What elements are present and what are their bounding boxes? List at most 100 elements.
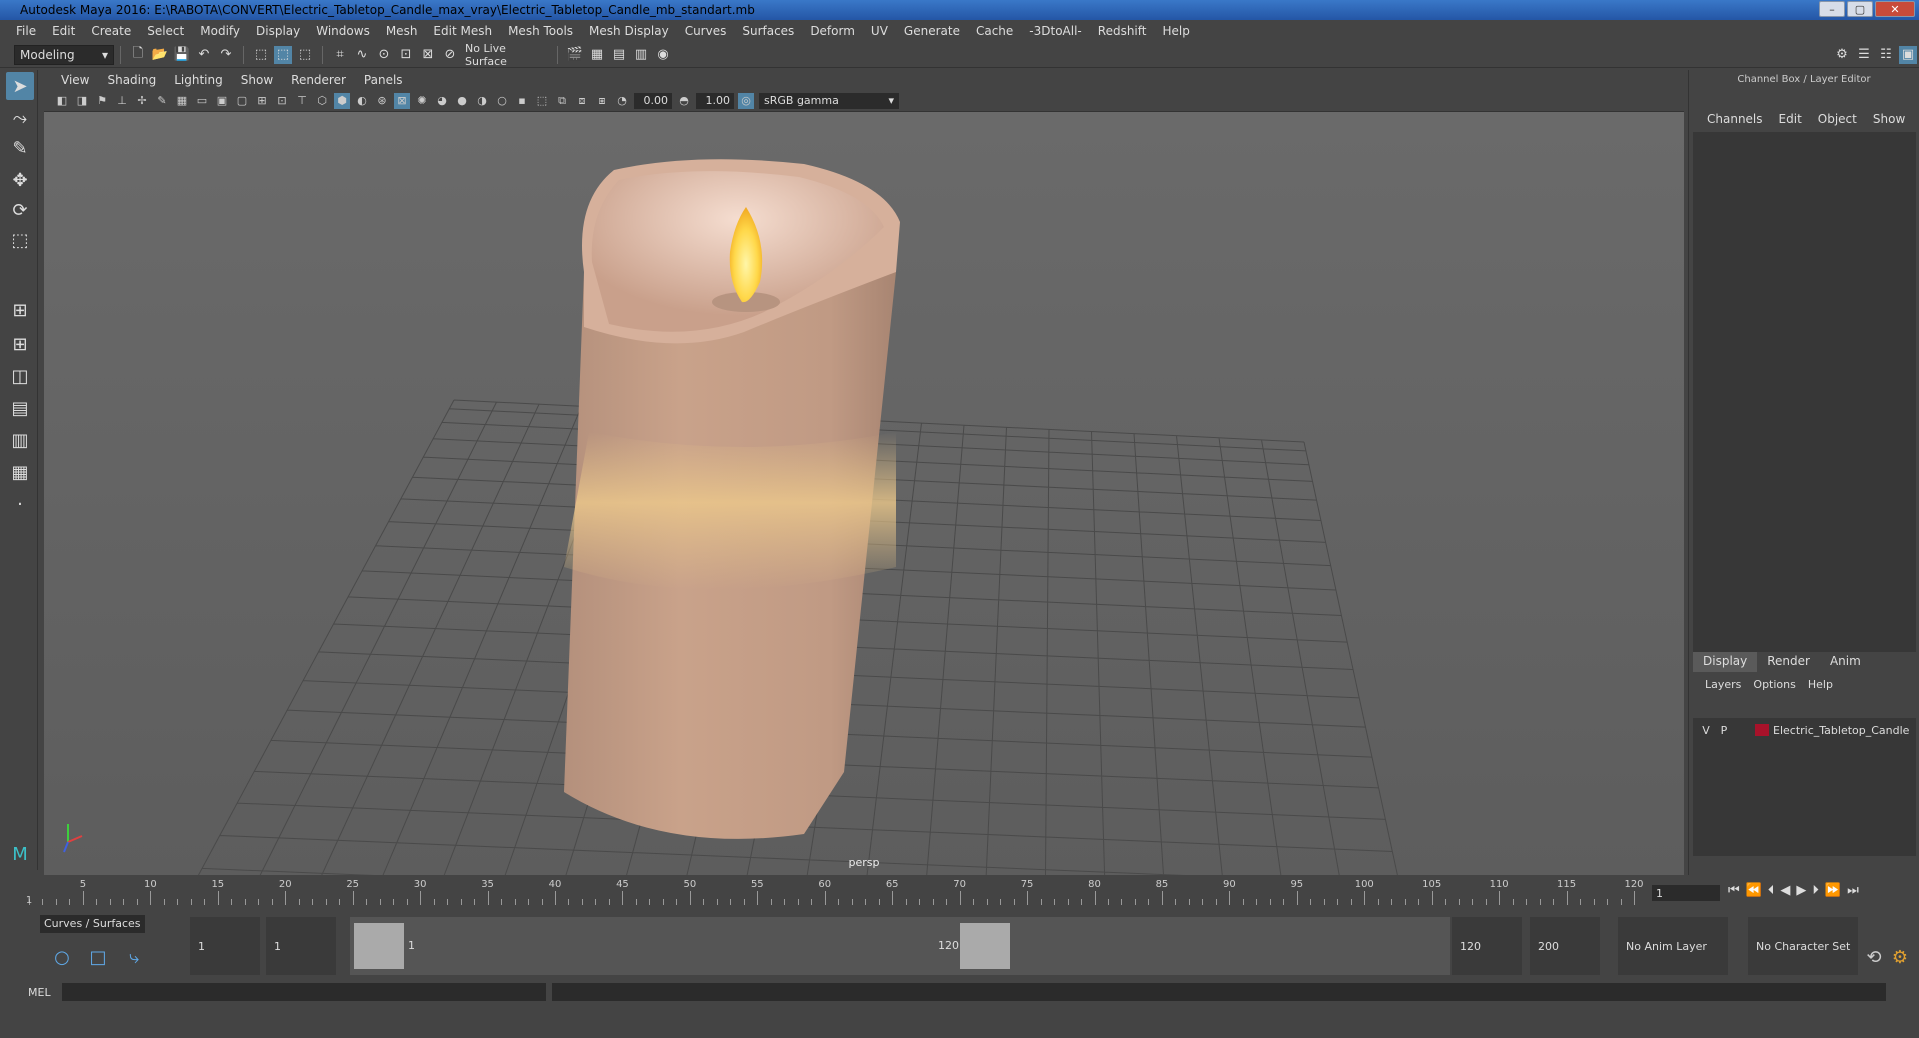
- render-view-icon[interactable]: ▦: [588, 46, 606, 64]
- menu-mesh-display[interactable]: Mesh Display: [581, 24, 677, 38]
- panel-menu-renderer[interactable]: Renderer: [282, 73, 355, 87]
- menu-cache[interactable]: Cache: [968, 24, 1021, 38]
- exposure-field[interactable]: 0.00: [634, 92, 672, 109]
- menu-surfaces[interactable]: Surfaces: [734, 24, 802, 38]
- play-backward-icon[interactable]: ◀: [1780, 883, 1790, 898]
- grid-icon[interactable]: ▦: [174, 93, 190, 109]
- undo-icon[interactable]: ↶: [195, 46, 213, 64]
- layer-row[interactable]: V P Electric_Tabletop_Candle: [1697, 722, 1913, 738]
- exposure-icon[interactable]: ◔: [614, 93, 630, 109]
- safe-action-icon[interactable]: ⊡: [274, 93, 290, 109]
- channel-box-icon[interactable]: ▣: [1899, 45, 1917, 64]
- command-input[interactable]: [62, 983, 546, 1001]
- color-management-icon[interactable]: ◎: [738, 92, 754, 109]
- panel-menu-panels[interactable]: Panels: [355, 73, 412, 87]
- xray-joints-icon[interactable]: ⧆: [594, 93, 610, 109]
- minimize-button[interactable]: –: [1819, 1, 1845, 17]
- safe-title-icon[interactable]: ⊤: [294, 93, 310, 109]
- range-slider[interactable]: 1 120: [350, 917, 1450, 975]
- layout-hypershade-icon[interactable]: ▦: [6, 458, 34, 486]
- step-back-frame-icon[interactable]: ⏴: [1768, 883, 1775, 898]
- use-default-material-icon[interactable]: ◐: [354, 93, 370, 109]
- tool-settings-icon[interactable]: ☷: [1877, 46, 1895, 64]
- square-curve-icon[interactable]: □: [86, 945, 110, 969]
- menu-mesh[interactable]: Mesh: [378, 24, 426, 38]
- image-plane-icon[interactable]: ⊥: [114, 93, 130, 109]
- animation-end-field[interactable]: 200: [1530, 917, 1600, 975]
- motion-blur-icon[interactable]: ◑: [474, 93, 490, 109]
- wireframe-icon[interactable]: ⬡: [314, 93, 330, 109]
- 2d-pan-icon[interactable]: ✢: [134, 93, 150, 109]
- gate-mask-icon[interactable]: ▢: [234, 93, 250, 109]
- grease-pencil-icon[interactable]: ✎: [154, 93, 170, 109]
- snap-curve-icon[interactable]: ∿: [353, 46, 371, 64]
- menu-generate[interactable]: Generate: [896, 24, 968, 38]
- hypershade-icon[interactable]: ◉: [654, 46, 672, 64]
- layout-graph-icon[interactable]: ▥: [6, 426, 34, 454]
- layer-visibility-toggle[interactable]: V: [1697, 724, 1715, 737]
- layout-two-view-icon[interactable]: ◫: [6, 362, 34, 390]
- menu-deform[interactable]: Deform: [802, 24, 863, 38]
- attribute-editor-icon[interactable]: ☰: [1855, 46, 1873, 64]
- cb-menu-edit[interactable]: Edit: [1771, 112, 1810, 126]
- layer-menu-layers[interactable]: Layers: [1699, 678, 1747, 691]
- isolate-select-icon[interactable]: ⬚: [534, 93, 550, 109]
- menu-modify[interactable]: Modify: [192, 24, 248, 38]
- save-scene-icon[interactable]: 💾: [173, 46, 191, 64]
- resolution-gate-icon[interactable]: ▣: [214, 93, 230, 109]
- menu-windows[interactable]: Windows: [308, 24, 378, 38]
- menu-curves[interactable]: Curves: [677, 24, 735, 38]
- redo-icon[interactable]: ↷: [217, 46, 235, 64]
- render-frame-icon[interactable]: 🎬: [566, 46, 584, 64]
- open-scene-icon[interactable]: 📂: [151, 46, 169, 64]
- gamma-icon[interactable]: ◓: [676, 93, 692, 109]
- playback-start-field[interactable]: 1: [266, 917, 336, 975]
- tab-display[interactable]: Display: [1693, 652, 1758, 672]
- menu-uv[interactable]: UV: [863, 24, 896, 38]
- view-transform-dropdown[interactable]: sRGB gamma ▾: [759, 92, 899, 109]
- new-scene-icon[interactable]: 🗋: [129, 46, 147, 64]
- snap-surface-icon[interactable]: ⊠: [419, 46, 437, 64]
- close-button[interactable]: ✕: [1875, 1, 1915, 17]
- animation-start-field[interactable]: 1: [190, 917, 260, 975]
- step-forward-frame-icon[interactable]: ⏵: [1812, 883, 1819, 898]
- xray-icon[interactable]: ⧉: [554, 93, 570, 109]
- step-forward-key-icon[interactable]: ⏩: [1825, 883, 1841, 898]
- character-set-dropdown[interactable]: No Character Set: [1748, 917, 1858, 975]
- cb-menu-channels[interactable]: Channels: [1699, 112, 1771, 126]
- snap-view-icon[interactable]: ⊡: [397, 46, 415, 64]
- screen-space-ao-icon[interactable]: ●: [454, 93, 470, 109]
- go-to-end-icon[interactable]: ⏭: [1847, 883, 1859, 898]
- circle-curve-icon[interactable]: ○: [50, 945, 74, 969]
- cb-menu-object[interactable]: Object: [1810, 112, 1865, 126]
- cb-menu-show[interactable]: Show: [1865, 112, 1913, 126]
- select-tool-icon[interactable]: ➤: [6, 72, 34, 100]
- use-all-lights-icon[interactable]: ✺: [414, 93, 430, 109]
- menu-create[interactable]: Create: [83, 24, 139, 38]
- select-object-icon[interactable]: ⬚: [274, 45, 292, 64]
- show-manipulator-icon[interactable]: ⊞: [6, 296, 34, 324]
- menu-redshift[interactable]: Redshift: [1090, 24, 1155, 38]
- move-tool-icon[interactable]: ✥: [6, 166, 34, 194]
- smooth-shade-icon[interactable]: ⬢: [334, 92, 350, 109]
- layer-name[interactable]: Electric_Tabletop_Candle: [1773, 724, 1909, 737]
- layer-playback-toggle[interactable]: P: [1715, 724, 1733, 737]
- menu-edit-mesh[interactable]: Edit Mesh: [425, 24, 500, 38]
- render-settings-icon[interactable]: ▥: [632, 46, 650, 64]
- maximize-button[interactable]: ▢: [1847, 1, 1873, 17]
- wireframe-on-shaded-icon[interactable]: ⊛: [374, 93, 390, 109]
- playback-end-field[interactable]: 120: [1452, 917, 1522, 975]
- paint-select-icon[interactable]: ✎: [6, 134, 34, 162]
- auto-key-icon[interactable]: ⟲: [1862, 945, 1886, 969]
- xray-active-icon[interactable]: ⧈: [574, 93, 590, 109]
- current-frame-field[interactable]: 1: [1652, 885, 1720, 901]
- select-hierarchy-icon[interactable]: ⬚: [252, 46, 270, 64]
- range-end-handle[interactable]: [960, 923, 1010, 969]
- textured-icon[interactable]: ⊠: [394, 92, 410, 109]
- channel-box-area[interactable]: [1693, 132, 1916, 652]
- modeling-toolkit-icon[interactable]: ⚙: [1833, 46, 1851, 64]
- panel-menu-view[interactable]: View: [52, 73, 98, 87]
- camera-icon[interactable]: ◧: [54, 93, 70, 109]
- gamma-field[interactable]: 1.00: [696, 92, 734, 109]
- menu-mesh-tools[interactable]: Mesh Tools: [500, 24, 581, 38]
